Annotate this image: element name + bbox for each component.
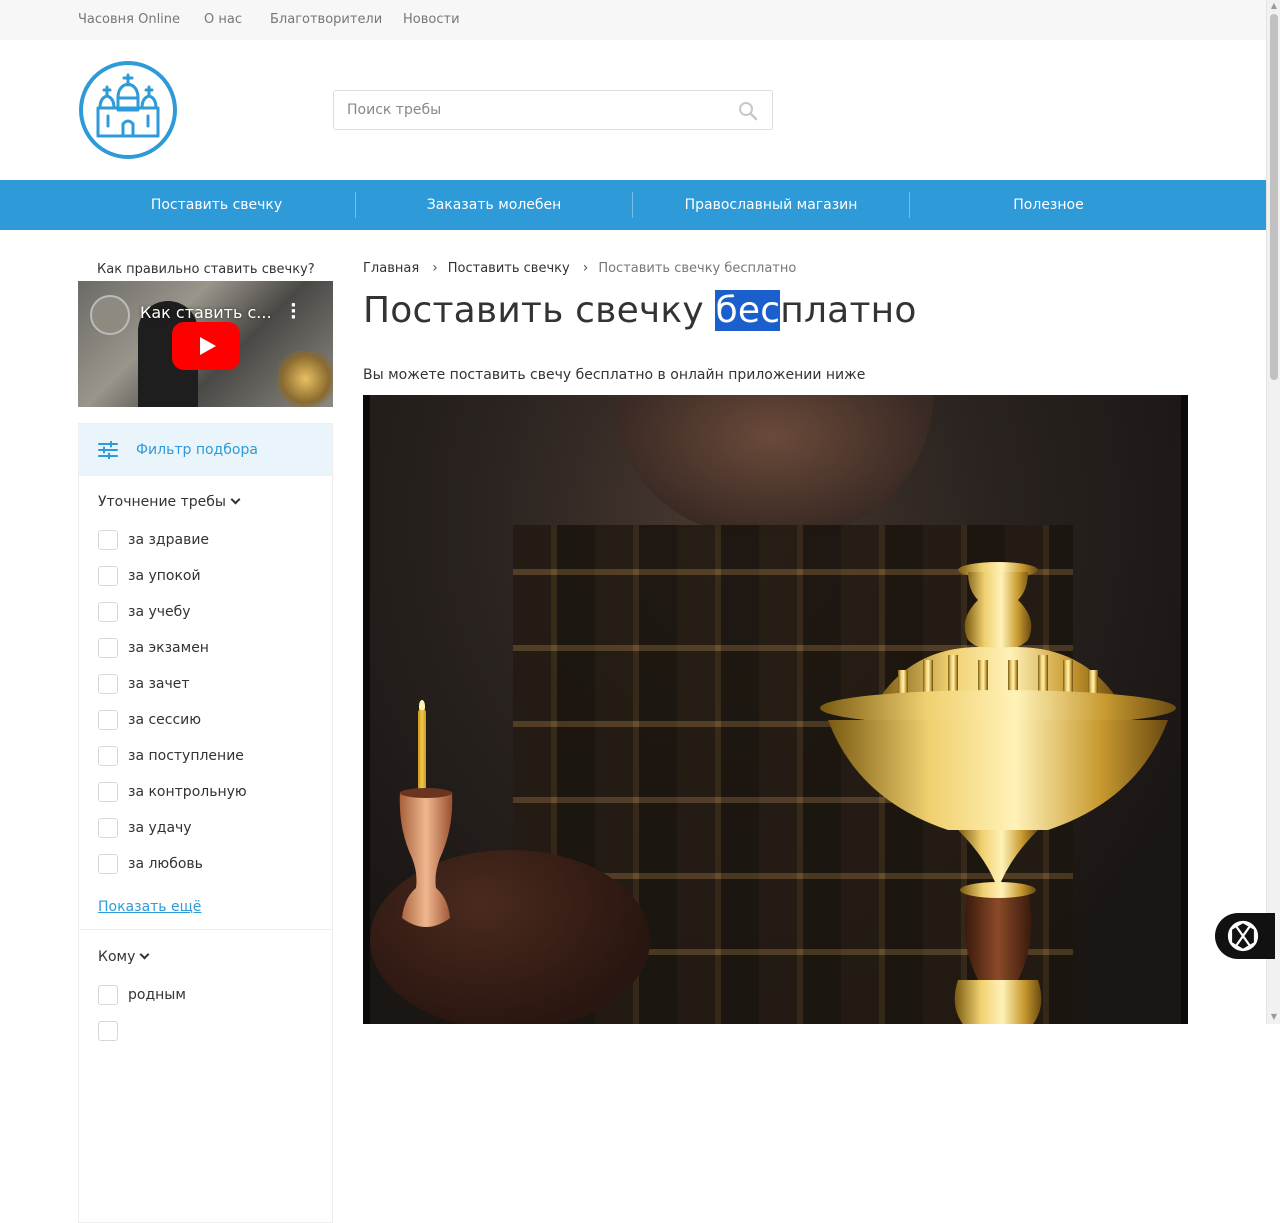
youtube-play-icon[interactable]	[172, 322, 240, 370]
page-title: Поставить свечку бесплатно	[363, 290, 917, 331]
checkbox[interactable]	[98, 566, 118, 586]
page-scrollbar[interactable]: ▲ ▼	[1266, 0, 1280, 1024]
checkbox-label[interactable]: за упокой	[128, 568, 201, 584]
scroll-down-icon[interactable]: ▼	[1270, 1013, 1278, 1021]
checkbox[interactable]	[98, 602, 118, 622]
checkbox-label[interactable]: за экзамен	[128, 640, 209, 656]
video-caption: Как правильно ставить свечку?	[97, 262, 315, 277]
checkbox-option[interactable]: за зачет	[98, 674, 318, 694]
checkbox-option[interactable]: за любовь	[98, 854, 318, 874]
chat-assistant-icon	[1227, 920, 1259, 952]
breadcrumb-home[interactable]: Главная	[363, 261, 419, 276]
nav-item-orthodox-shop[interactable]: Православный магазин	[633, 180, 909, 230]
checkbox[interactable]	[98, 674, 118, 694]
scroll-up-icon[interactable]: ▲	[1270, 2, 1278, 10]
more-vert-icon[interactable]: · · ·	[290, 297, 297, 327]
checkbox-option[interactable]: за упокой	[98, 566, 318, 586]
checkbox[interactable]	[98, 638, 118, 658]
top-link-about[interactable]: О нас	[204, 12, 242, 27]
checkbox[interactable]	[98, 530, 118, 550]
search-box	[333, 90, 773, 130]
breadcrumb-current: Поставить свечку бесплатно	[598, 261, 797, 276]
filter-sliders-icon	[98, 440, 118, 460]
checkbox-option[interactable]: за сессию	[98, 710, 318, 730]
top-link-chapel-online[interactable]: Часовня Online	[78, 12, 180, 27]
top-link-news[interactable]: Новости	[403, 12, 460, 27]
checkbox[interactable]	[98, 818, 118, 838]
page-title-start: Поставить свечку	[363, 290, 716, 331]
checkbox-option[interactable]: за здравие	[98, 530, 318, 550]
video-thumbnail-candelabrum	[278, 351, 333, 407]
chevron-right-icon: ›	[582, 260, 589, 276]
filter-title: Фильтр подбора	[136, 442, 258, 458]
group-recipient-label: Кому	[98, 949, 136, 965]
checkbox[interactable]	[98, 746, 118, 766]
filter-header[interactable]: Фильтр подбора	[79, 424, 332, 476]
search-input[interactable]	[334, 91, 724, 129]
group-treby-title[interactable]: Уточнение требы	[98, 494, 241, 510]
checkbox[interactable]	[98, 710, 118, 730]
chevron-right-icon: ›	[432, 260, 438, 276]
chat-assistant-button[interactable]	[1215, 913, 1275, 959]
checkbox[interactable]	[98, 782, 118, 802]
breadcrumb: Главная › Поставить свечку › Поставить свечк…	[363, 260, 796, 276]
group-recipient-title[interactable]: Кому	[98, 949, 150, 965]
checkbox-option[interactable]: за экзамен	[98, 638, 318, 658]
checkbox[interactable]	[98, 854, 118, 874]
checkbox-option[interactable]: родным	[98, 985, 318, 1005]
nav-item-useful[interactable]: Полезное	[910, 180, 1187, 230]
checkbox-option[interactable]: за учебу	[98, 602, 318, 622]
checkbox-label[interactable]: за зачет	[128, 676, 190, 692]
checkbox-label[interactable]: родным	[128, 987, 186, 1003]
checkbox-label[interactable]: за любовь	[128, 856, 203, 872]
checkbox-label[interactable]: за учебу	[128, 604, 191, 620]
checkbox-label[interactable]: за здравие	[128, 532, 209, 548]
checkbox[interactable]	[98, 1021, 118, 1041]
checkbox-option[interactable]: за поступление	[98, 746, 318, 766]
video-title[interactable]: Как ставить с...	[140, 303, 272, 322]
golden-candelabrum[interactable]	[818, 560, 1178, 1024]
site-header	[0, 40, 1266, 180]
church-logo-icon[interactable]	[78, 60, 178, 160]
filter-divider	[79, 929, 332, 930]
nav-item-order-prayer[interactable]: Заказать молебен	[356, 180, 632, 230]
candle-app-canvas[interactable]	[363, 395, 1188, 1024]
filter-panel: Фильтр подбора Уточнение требы за здрави…	[78, 423, 333, 1223]
chevron-down-icon	[139, 949, 150, 960]
main-nav: Поставить свечку Заказать молебен Правос…	[0, 180, 1266, 230]
show-more-link[interactable]: Показать ещё	[98, 899, 201, 915]
checkbox-option[interactable]: за контрольную	[98, 782, 318, 802]
group-treby-label: Уточнение требы	[98, 494, 226, 510]
page-title-end: платно	[780, 290, 917, 331]
checkbox-label[interactable]: за сессию	[128, 712, 201, 728]
search-icon[interactable]	[738, 101, 758, 121]
page-title-selected-text: бес	[715, 290, 781, 331]
youtube-video-embed[interactable]: Как ставить с... · · ·	[78, 281, 333, 407]
checkbox-label[interactable]: за поступление	[128, 748, 244, 764]
scrollbar-thumb[interactable]	[1270, 14, 1278, 380]
candle[interactable]	[418, 710, 426, 795]
top-link-donors[interactable]: Благотворители	[270, 12, 382, 27]
checkbox-label[interactable]: за контрольную	[128, 784, 247, 800]
checkbox-option[interactable]: за удачу	[98, 818, 318, 838]
page-intro-text: Вы можете поставить свечу бесплатно в он…	[363, 367, 866, 383]
wooden-candle-holder[interactable]	[396, 788, 456, 938]
nav-item-light-candle[interactable]: Поставить свечку	[78, 180, 355, 230]
checkbox-label[interactable]: за удачу	[128, 820, 192, 836]
checkbox-option[interactable]	[98, 1021, 318, 1041]
channel-avatar[interactable]	[90, 295, 130, 335]
breadcrumb-light-candle[interactable]: Поставить свечку	[448, 261, 570, 276]
chevron-down-icon	[230, 494, 241, 505]
top-bar: Часовня Online О нас Благотворители Ново…	[0, 0, 1266, 40]
checkbox[interactable]	[98, 985, 118, 1005]
